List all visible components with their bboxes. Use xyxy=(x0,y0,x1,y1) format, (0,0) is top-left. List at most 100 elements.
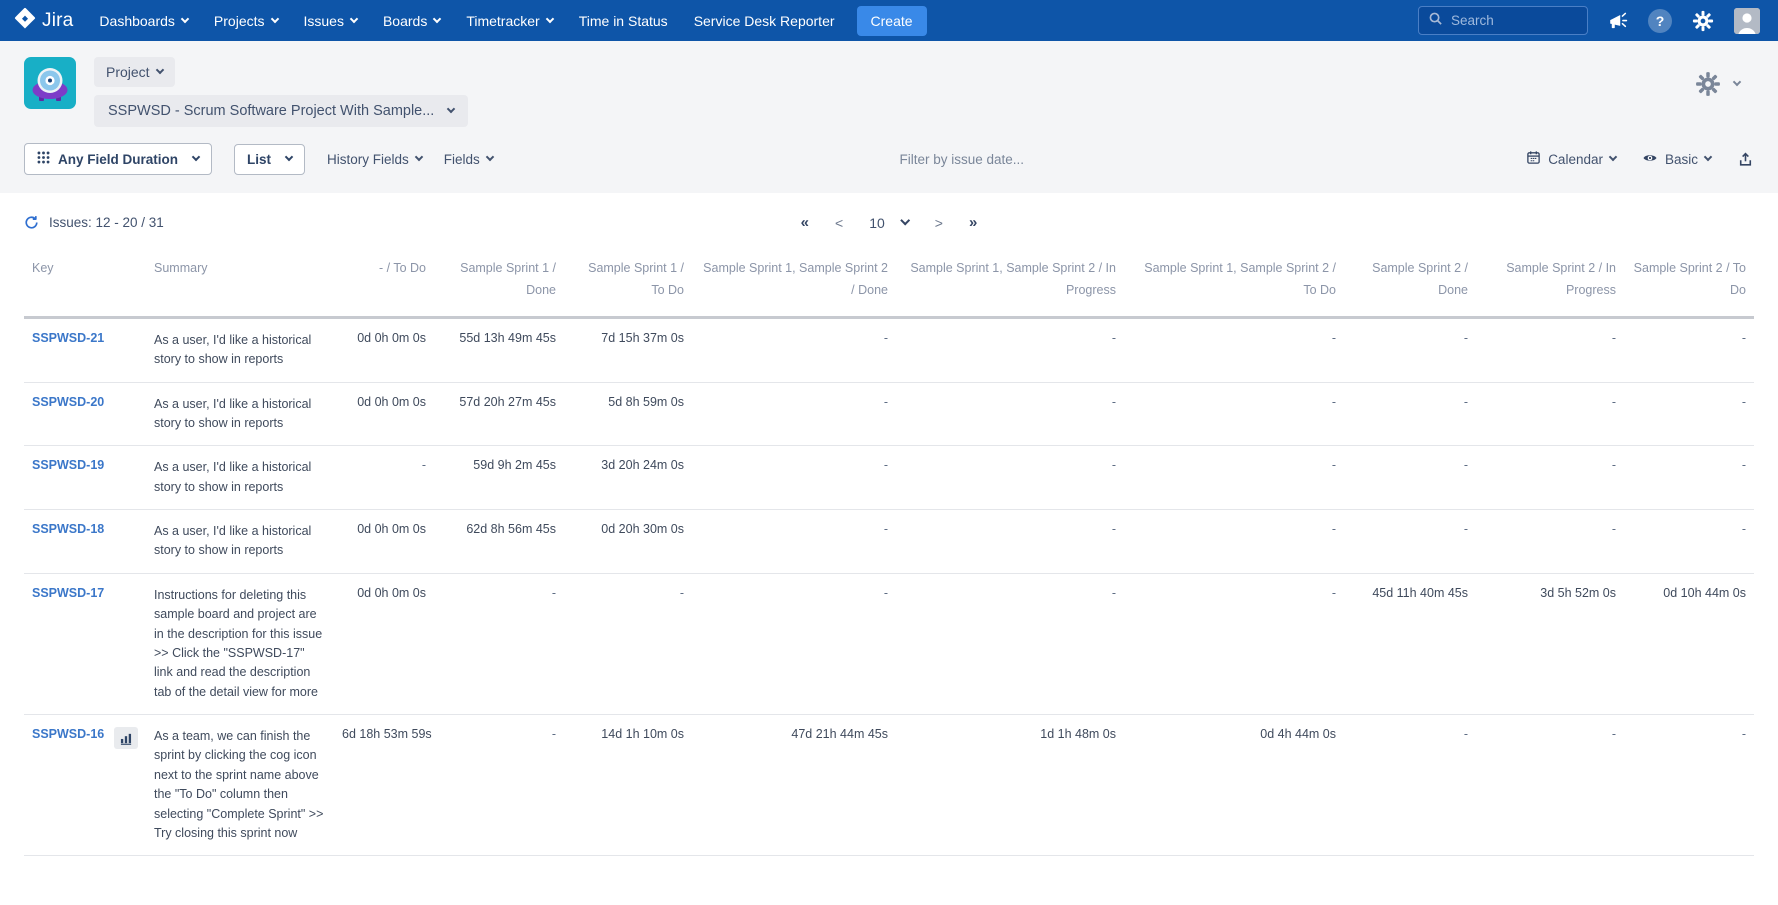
duration-cell: - xyxy=(1624,446,1754,510)
column-header: Sample Sprint 1, Sample Sprint 2 / To Do xyxy=(1124,248,1344,317)
duration-cell: 57d 20h 27m 45s xyxy=(434,382,564,446)
display-mode-selector[interactable]: Basic xyxy=(1642,150,1711,169)
nav-item-issues[interactable]: Issues xyxy=(304,13,357,29)
nav-item-time-in-status[interactable]: Time in Status xyxy=(579,13,668,29)
nav-item-timetracker[interactable]: Timetracker xyxy=(466,13,552,29)
chevron-down-icon xyxy=(192,153,200,161)
field-duration-selector[interactable]: Any Field Duration xyxy=(24,143,212,175)
duration-cell: 0d 0h 0m 0s xyxy=(334,382,434,446)
chevron-down-icon xyxy=(447,105,455,113)
nav-item-boards[interactable]: Boards xyxy=(383,13,440,29)
nav-item-projects[interactable]: Projects xyxy=(214,13,278,29)
time-chart-icon[interactable] xyxy=(114,727,138,749)
grid-icon xyxy=(37,151,50,167)
nav-item-dashboards[interactable]: Dashboards xyxy=(99,13,188,29)
settings-gear-icon[interactable] xyxy=(1692,10,1714,32)
refresh-icon[interactable] xyxy=(24,215,39,230)
first-page-button[interactable]: « xyxy=(801,214,809,231)
duration-cell: - xyxy=(1624,510,1754,574)
issue-summary: As a team, we can finish the sprint by c… xyxy=(154,727,326,843)
help-icon[interactable]: ? xyxy=(1648,9,1672,33)
user-avatar[interactable] xyxy=(1734,8,1760,34)
issue-key-link[interactable]: SSPWSD-19 xyxy=(32,458,104,472)
chevron-down-icon xyxy=(433,14,441,22)
duration-cell: 0d 4h 44m 0s xyxy=(1124,715,1344,856)
last-page-button[interactable]: » xyxy=(969,214,977,231)
column-header: Sample Sprint 1 / Done xyxy=(434,248,564,317)
duration-cell: - xyxy=(692,317,896,382)
history-fields-dropdown[interactable]: History Fields xyxy=(327,152,422,167)
duration-cell: - xyxy=(1124,573,1344,714)
duration-cell: - xyxy=(1476,510,1624,574)
scope-selector[interactable]: Project xyxy=(94,57,175,87)
table-row: SSPWSD-16 As a team, we can finish the s… xyxy=(24,715,1754,856)
jira-mark-icon xyxy=(14,7,36,34)
duration-cell: 0d 20h 30m 0s xyxy=(564,510,692,574)
search-icon xyxy=(1428,11,1443,31)
announcements-icon[interactable] xyxy=(1608,11,1628,31)
duration-cell: - xyxy=(692,510,896,574)
duration-cell: - xyxy=(1124,510,1344,574)
duration-cell: 0d 0h 0m 0s xyxy=(334,573,434,714)
duration-cell: - xyxy=(1624,382,1754,446)
chevron-down-icon xyxy=(900,216,910,226)
chevron-down-icon xyxy=(270,14,278,22)
duration-cell: - xyxy=(1124,446,1344,510)
nav-item-service-desk-reporter[interactable]: Service Desk Reporter xyxy=(694,13,835,29)
duration-cell: - xyxy=(896,446,1124,510)
duration-cell: - xyxy=(896,510,1124,574)
issue-key-link[interactable]: SSPWSD-16 xyxy=(32,727,104,741)
issue-summary: As a user, I'd like a historical story t… xyxy=(154,395,326,434)
prev-page-button[interactable]: < xyxy=(835,215,843,231)
column-header: Sample Sprint 2 / Done xyxy=(1344,248,1476,317)
duration-cell: - xyxy=(434,715,564,856)
chevron-down-icon xyxy=(155,66,163,74)
issues-table-body: SSPWSD-21 As a user, I'd like a historica… xyxy=(24,317,1754,856)
chevron-down-icon xyxy=(1609,153,1617,161)
create-button[interactable]: Create xyxy=(857,6,927,36)
chevron-down-icon xyxy=(545,14,553,22)
duration-cell: - xyxy=(1476,382,1624,446)
duration-cell: - xyxy=(1624,317,1754,382)
issue-summary: Instructions for deleting this sample bo… xyxy=(154,586,326,702)
duration-cell: - xyxy=(1476,715,1624,856)
global-search[interactable] xyxy=(1418,6,1588,35)
calendar-selector[interactable]: Calendar xyxy=(1526,150,1616,168)
duration-cell: 47d 21h 44m 45s xyxy=(692,715,896,856)
duration-cell: - xyxy=(564,573,692,714)
page-size-selector[interactable]: 10 xyxy=(869,215,909,231)
issues-count-label: Issues: 12 - 20 / 31 xyxy=(49,215,164,230)
issue-summary: As a user, I'd like a historical story t… xyxy=(154,522,326,561)
column-header: Sample Sprint 1 / To Do xyxy=(564,248,692,317)
duration-cell: - xyxy=(692,573,896,714)
calendar-icon xyxy=(1526,150,1548,168)
duration-cell: 0d 10h 44m 0s xyxy=(1624,573,1754,714)
chevron-down-icon xyxy=(350,14,358,22)
search-input[interactable] xyxy=(1451,13,1561,28)
issue-key-link[interactable]: SSPWSD-17 xyxy=(32,586,104,600)
project-selector[interactable]: SSPWSD - Scrum Software Project With Sam… xyxy=(94,95,468,127)
chevron-down-icon xyxy=(1704,153,1712,161)
issue-key-link[interactable]: SSPWSD-20 xyxy=(32,395,104,409)
column-header: Sample Sprint 1, Sample Sprint 2 / Done xyxy=(692,248,896,317)
issue-key-link[interactable]: SSPWSD-18 xyxy=(32,522,104,536)
duration-cell: - xyxy=(1344,510,1476,574)
duration-cell: - xyxy=(1124,382,1344,446)
issue-key-link[interactable]: SSPWSD-21 xyxy=(32,331,104,345)
duration-cell: - xyxy=(434,573,564,714)
fields-dropdown[interactable]: Fields xyxy=(444,152,493,167)
view-mode-selector[interactable]: List xyxy=(234,144,305,175)
table-row: SSPWSD-19 As a user, I'd like a historica… xyxy=(24,446,1754,510)
next-page-button[interactable]: > xyxy=(935,215,943,231)
duration-cell: 5d 8h 59m 0s xyxy=(564,382,692,446)
jira-logo[interactable]: Jira xyxy=(14,7,73,34)
duration-cell: - xyxy=(334,446,434,510)
duration-cell: - xyxy=(896,317,1124,382)
issue-date-filter-input[interactable] xyxy=(900,152,1120,167)
report-settings-button[interactable] xyxy=(1695,57,1740,97)
export-icon[interactable] xyxy=(1737,151,1754,168)
table-header-row: Key Summary - / To Do Sample Sprint 1 / … xyxy=(24,248,1754,317)
duration-cell: 0d 0h 0m 0s xyxy=(334,510,434,574)
issue-summary: As a user, I'd like a historical story t… xyxy=(154,458,326,497)
column-header: Sample Sprint 1, Sample Sprint 2 / In Pr… xyxy=(896,248,1124,317)
